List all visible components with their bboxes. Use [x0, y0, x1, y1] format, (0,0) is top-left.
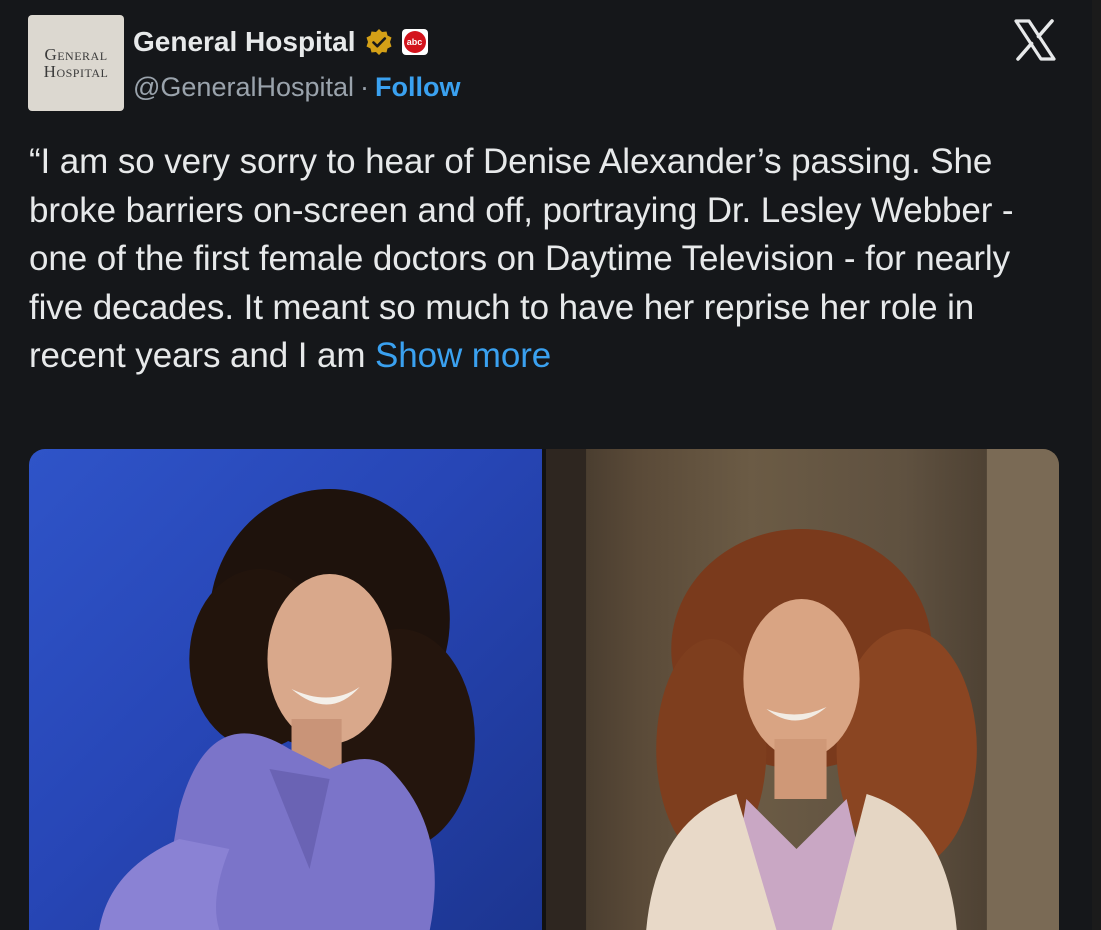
- abc-network-icon: abc: [401, 29, 428, 55]
- photo-left-illustration: [99, 489, 475, 930]
- avatar-text-line2: Hospital: [43, 62, 109, 81]
- x-logo-icon[interactable]: [1012, 17, 1058, 63]
- photo-right-illustration: [546, 449, 1059, 930]
- window-edge: [1092, 0, 1101, 930]
- show-more-link[interactable]: Show more: [375, 336, 551, 375]
- tweet-text: “I am so very sorry to hear of Denise Al…: [29, 138, 1069, 381]
- avatar-text-line1: General: [44, 45, 108, 64]
- media-grid: [29, 449, 1059, 930]
- photo-right[interactable]: [546, 449, 1059, 930]
- author-name-row: General Hospital abc: [133, 26, 428, 58]
- handle-separator: ·: [360, 72, 370, 102]
- tweet-card: General Hospital General Hospital abc @G…: [0, 0, 1093, 930]
- follow-button[interactable]: Follow: [375, 72, 460, 103]
- photo-left[interactable]: [29, 449, 542, 930]
- author-handle[interactable]: @GeneralHospital: [133, 72, 354, 103]
- abc-logo-text: abc: [403, 31, 426, 53]
- verified-badge-icon: [364, 27, 394, 57]
- author-display-name[interactable]: General Hospital: [133, 26, 356, 58]
- author-handle-row: @GeneralHospital · Follow: [133, 72, 461, 103]
- avatar[interactable]: General Hospital: [28, 15, 124, 111]
